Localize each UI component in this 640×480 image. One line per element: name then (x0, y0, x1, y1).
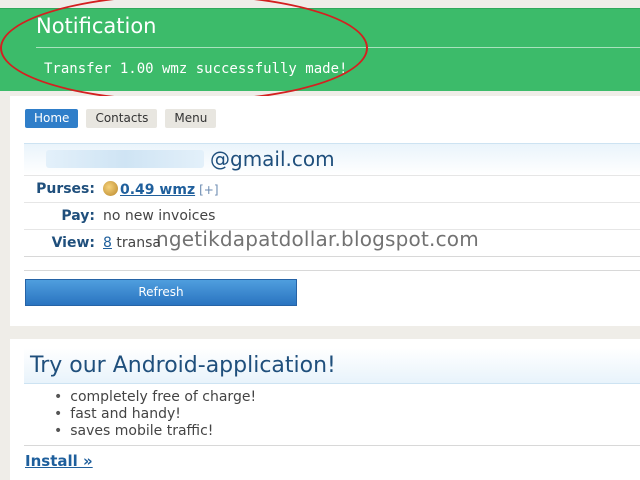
add-purse-link[interactable]: [+] (199, 183, 218, 197)
email-address: @gmail.com (210, 147, 335, 171)
transactions-text: transa (111, 235, 161, 251)
top-nav: Home Contacts Menu (25, 109, 217, 128)
purses-row: Purses: 0.49 wmz [+] (24, 175, 640, 202)
purses-label: Purses: (36, 181, 95, 197)
redacted-email-blur (46, 150, 204, 168)
purse-balance-link[interactable]: 0.49 wmz (120, 182, 195, 198)
notification-banner: Notification Transfer 1.00 wmz successfu… (0, 8, 640, 91)
android-divider (24, 445, 640, 446)
refresh-button[interactable]: Refresh (25, 279, 297, 306)
list-item: saves mobile traffic! (54, 423, 256, 440)
purse-icon (103, 181, 118, 196)
view-value: 8 transa (103, 235, 161, 251)
transactions-count-link[interactable]: 8 (103, 235, 112, 251)
android-header: Try our Android-application! (24, 348, 640, 384)
android-title: Try our Android-application! (30, 353, 336, 378)
email-header: @gmail.com (24, 143, 640, 175)
nav-menu-button[interactable]: Menu (165, 109, 217, 128)
rows-divider (24, 256, 640, 257)
pay-value: no new invoices (103, 208, 216, 224)
list-item: fast and handy! (54, 406, 256, 423)
purses-value: 0.49 wmz [+] (103, 181, 219, 198)
account-panel: Home Contacts Menu @gmail.com Purses: 0.… (10, 96, 640, 326)
notification-divider (36, 47, 640, 48)
notification-message: Transfer 1.00 wmz successfully made! (44, 61, 348, 77)
pay-row: Pay: no new invoices (24, 202, 640, 229)
refresh-divider (24, 270, 640, 271)
android-promo-panel: Try our Android-application! completely … (10, 339, 640, 480)
view-label: View: (51, 235, 95, 251)
nav-home-button[interactable]: Home (25, 109, 79, 128)
blog-watermark: ngetikdapatdollar.blogspot.com (156, 227, 479, 251)
nav-contacts-button[interactable]: Contacts (86, 109, 158, 128)
notification-title: Notification (36, 14, 157, 38)
list-item: completely free of charge! (54, 389, 256, 406)
android-feature-list: completely free of charge! fast and hand… (54, 389, 256, 440)
pay-label: Pay: (61, 208, 95, 224)
install-link[interactable]: Install » (25, 452, 93, 470)
